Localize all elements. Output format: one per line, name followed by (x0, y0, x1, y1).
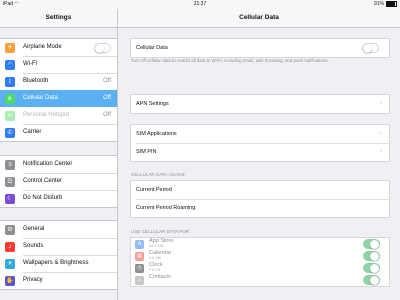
battery-icon (386, 0, 397, 7)
calendar-icon: ▦ (135, 251, 144, 261)
sidebar-title: Settings (0, 9, 117, 28)
sidebar-item-general[interactable]: ⚙ General (0, 221, 117, 238)
status-bar: iPad ◠ 21:37 91% (0, 0, 400, 9)
cellular-data-note: Turn off cellular data to restrict all d… (131, 58, 329, 63)
sidebar-item-label: Bluetooth (23, 78, 49, 84)
detail-pane: Cellular Data Turn off cellular data to … (118, 28, 400, 300)
apn-settings-row[interactable]: APN Settings › (131, 95, 389, 113)
sim-applications-row[interactable]: SIM Applications › (131, 125, 389, 143)
status-battery: 91% (374, 0, 397, 9)
sidebar-item-label: Wallpapers & Brightness (23, 260, 89, 266)
airplane-mode-toggle[interactable] (94, 43, 111, 53)
sidebar-item-label: Sounds (23, 243, 44, 249)
sim-pin-label: SIM PIN (136, 149, 157, 155)
usage-group: Current Period Current Period Roaming (130, 180, 390, 218)
notification-center-icon: ≡ (5, 160, 15, 170)
sidebar-item-sounds[interactable]: ♪ Sounds (0, 238, 117, 255)
current-period-row: Current Period (131, 181, 389, 199)
apn-settings-label: APN Settings (136, 101, 169, 107)
chevron-right-icon: › (379, 130, 382, 137)
usage-header: CELLULAR DATA USAGE (131, 172, 185, 177)
sidebar-item-label: Airplane Mode (23, 44, 62, 50)
app-store-toggle[interactable] (363, 239, 380, 249)
clock-toggle[interactable] (363, 263, 380, 273)
control-center-icon: ☰ (5, 177, 15, 187)
current-period-roaming-row: Current Period Roaming (131, 199, 389, 217)
app-data-size: 7.8 KB (149, 268, 161, 272)
cellular-data-toggle[interactable] (362, 43, 379, 53)
moon-icon: ☾ (5, 194, 15, 204)
app-data-size: 60.1 MB (149, 244, 164, 248)
cellular-data-row: Cellular Data (131, 39, 389, 57)
app-data-size: 9.6 MB (149, 256, 162, 260)
sidebar-item-value: Off (103, 112, 111, 118)
apps-group: A App Store 60.1 MB ▦ Calendar 9.6 MB ◷ … (130, 237, 390, 287)
sidebar-item-label: Privacy (23, 277, 43, 283)
sidebar-item-label: Personal Hotspot (23, 112, 70, 118)
sidebar-group-connectivity: ✈ Airplane Mode ◠ Wi-Fi ᛒ Bluetooth Off … (0, 38, 117, 142)
sidebar-item-wifi[interactable]: ◠ Wi-Fi (0, 56, 117, 73)
app-row-calendar: ▦ Calendar 9.6 MB (131, 250, 389, 262)
current-period-roaming-label: Current Period Roaming (136, 205, 196, 211)
sidebar-item-notification-center[interactable]: ≡ Notification Center (0, 156, 117, 173)
sim-applications-label: SIM Applications (136, 131, 177, 137)
sidebar-item-value: Off (103, 95, 111, 101)
gear-icon: ⚙ (5, 225, 15, 235)
sidebar-item-carrier[interactable]: ✆ Carrier (0, 124, 117, 141)
hand-icon: ✋ (5, 276, 15, 286)
contacts-icon: ☺ (135, 275, 144, 285)
app-name: Contacts (149, 274, 171, 280)
apps-header: USE CELLULAR DATA FOR: (131, 229, 191, 234)
airplane-icon: ✈ (5, 43, 15, 53)
cellular-data-label: Cellular Data (136, 45, 168, 51)
sidebar-group-system: ≡ Notification Center ☰ Control Center ☾… (0, 155, 117, 208)
chevron-right-icon: › (379, 148, 382, 155)
sidebar-item-label: Cellular Data (23, 95, 58, 101)
sidebar-item-do-not-disturb[interactable]: ☾ Do Not Disturb (0, 190, 117, 207)
sidebar: ✈ Airplane Mode ◠ Wi-Fi ᛒ Bluetooth Off … (0, 28, 117, 300)
cellular-icon: ⋔ (5, 94, 15, 104)
app-row-contacts: ☺ Contacts (131, 274, 389, 286)
page-title: Cellular Data (118, 9, 400, 28)
sidebar-group-device: ⚙ General ♪ Sounds ☀ Wallpapers & Bright… (0, 220, 117, 290)
sidebar-item-wallpapers-brightness[interactable]: ☀ Wallpapers & Brightness (0, 255, 117, 272)
sidebar-item-label: Notification Center (23, 161, 73, 167)
sidebar-item-label: General (23, 226, 45, 232)
app-store-icon: A (135, 239, 144, 249)
sidebar-item-label: Wi-Fi (23, 61, 37, 67)
chevron-right-icon: › (379, 100, 382, 107)
sidebar-item-label: Carrier (23, 129, 42, 135)
phone-icon: ✆ (5, 128, 15, 138)
sidebar-item-label: Do Not Disturb (23, 195, 63, 201)
speaker-icon: ♪ (5, 242, 15, 252)
apn-group: APN Settings › (130, 94, 390, 114)
app-row-clock: ◷ Clock 7.8 KB (131, 262, 389, 274)
sidebar-item-label: Control Center (23, 178, 63, 184)
sidebar-item-airplane-mode[interactable]: ✈ Airplane Mode (0, 39, 117, 56)
sidebar-item-cellular-data[interactable]: ⋔ Cellular Data Off (0, 90, 117, 107)
wifi-icon: ◠ (5, 60, 15, 70)
sim-group: SIM Applications › SIM PIN › (130, 124, 390, 162)
sim-pin-row[interactable]: SIM PIN › (131, 143, 389, 161)
sidebar-item-personal-hotspot[interactable]: ∞ Personal Hotspot Off (0, 107, 117, 124)
bluetooth-icon: ᛒ (5, 77, 15, 87)
sidebar-item-bluetooth[interactable]: ᛒ Bluetooth Off (0, 73, 117, 90)
sidebar-item-control-center[interactable]: ☰ Control Center (0, 173, 117, 190)
status-time: 21:37 (193, 1, 207, 7)
brightness-icon: ☀ (5, 259, 15, 269)
sidebar-item-privacy[interactable]: ✋ Privacy (0, 272, 117, 289)
clock-icon: ◷ (135, 263, 144, 273)
sidebar-item-value: Off (103, 78, 111, 84)
app-row-app-store: A App Store 60.1 MB (131, 238, 389, 250)
current-period-label: Current Period (136, 187, 172, 193)
cellular-data-group: Cellular Data (130, 38, 390, 58)
calendar-toggle[interactable] (363, 251, 380, 261)
hotspot-icon: ∞ (5, 111, 15, 121)
contacts-toggle[interactable] (363, 275, 380, 285)
